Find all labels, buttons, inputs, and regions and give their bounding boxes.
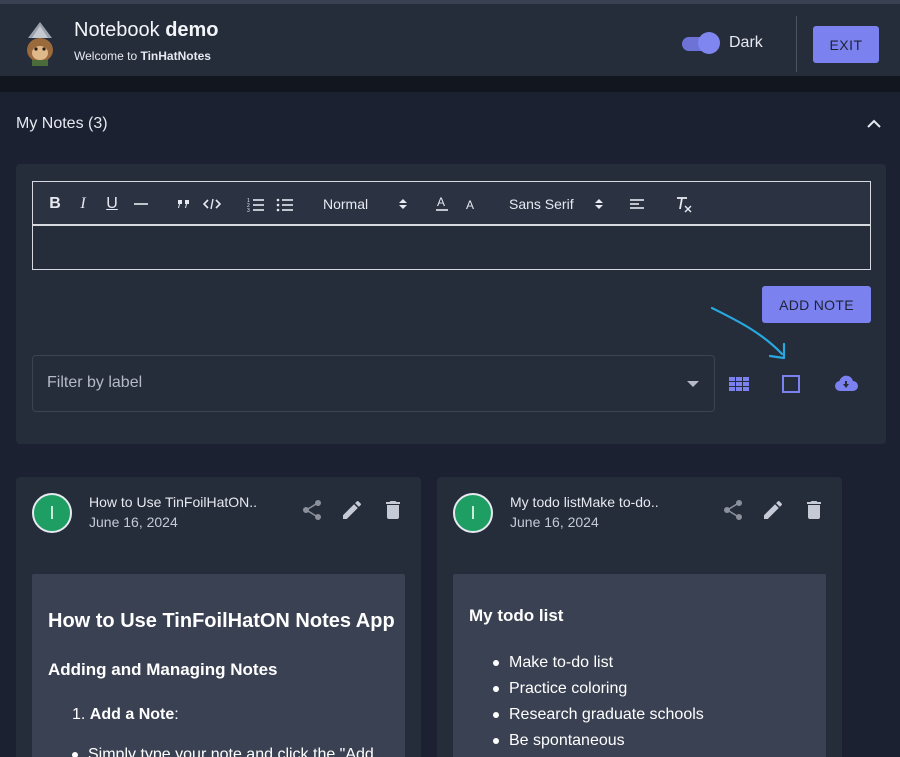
svg-text:3: 3 [247,208,250,212]
grid-view-icon[interactable] [727,372,751,396]
list-item: Research graduate schools [493,702,704,728]
filter-by-label-select[interactable]: Filter by label [32,355,715,412]
welcome-subtitle: Welcome to TinHatNotes [74,49,211,63]
annotation-arrow-icon [710,306,786,360]
note-heading: My todo list [469,606,564,625]
exit-button[interactable]: EXIT [813,26,879,63]
font-select[interactable]: Sans Serif [509,194,605,214]
note-card: I How to Use TinFoilHatON.. June 16, 202… [16,477,421,757]
note-title: My todo listMake to-do.. [510,494,659,510]
note-content[interactable]: My todo list Make to-do list Practice co… [453,574,826,757]
editor-toolbar: B I U 123 Normal A A Sans Serif [32,181,871,225]
dropdown-caret-icon [687,381,699,387]
select-arrows-icon [595,199,603,209]
note-editor-input[interactable] [32,225,871,270]
app-header: Notebook demo Welcome to TinHatNotes Dar… [0,0,900,76]
list-item: Be spontaneous [493,728,704,754]
note-content[interactable]: How to Use TinFoilHatON Notes App Adding… [32,574,405,757]
underline-button[interactable]: U [104,194,120,214]
note-date: June 16, 2024 [89,514,178,530]
blockquote-icon[interactable] [176,194,192,214]
header-shadow-strip [0,76,900,92]
heading-select-value: Normal [323,196,369,212]
tinfoil-hat-monkey-logo [27,22,53,66]
note-heading: How to Use TinFoilHatON Notes App [48,610,395,632]
note-title: How to Use TinFoilHatON.. [89,494,258,510]
delete-icon[interactable] [381,498,405,522]
list-item: Make to-do list [493,650,704,676]
note-subheading: Adding and Managing Notes [48,660,278,679]
todo-list: Make to-do list Practice coloring Resear… [493,650,704,754]
align-left-icon[interactable] [629,194,645,214]
font-select-value: Sans Serif [509,196,574,212]
dark-mode-toggle[interactable] [682,32,720,54]
clear-formatting-icon[interactable] [675,194,693,214]
background-color-icon[interactable]: A [463,194,479,214]
ordered-list-item: 1. Add a Note: [72,706,179,723]
edit-icon[interactable] [340,498,364,522]
my-notes-title: My Notes (3) [16,115,108,132]
header-divider [796,16,797,72]
avatar: I [453,493,493,533]
chevron-up-icon[interactable] [864,115,884,133]
note-card: I My todo listMake to-do.. June 16, 2024… [437,477,842,757]
bullet-list-icon[interactable] [276,194,294,214]
delete-icon[interactable] [802,498,826,522]
select-arrows-icon [399,199,407,209]
svg-text:A: A [437,195,445,209]
italic-button[interactable]: I [75,194,91,214]
list-item: Simply type your note and click the "Add [72,746,374,757]
strikethrough-icon[interactable] [133,194,149,214]
heading-select[interactable]: Normal [323,194,413,214]
cloud-download-icon[interactable] [834,372,858,396]
dark-mode-label: Dark [729,34,763,51]
bold-button[interactable]: B [47,194,63,214]
code-block-icon[interactable] [203,194,221,214]
list-item: Practice coloring [493,676,704,702]
filter-placeholder: Filter by label [47,374,143,391]
share-icon[interactable] [721,498,745,522]
single-view-icon[interactable] [779,372,803,396]
edit-icon[interactable] [761,498,785,522]
app-title: Notebook demo [74,19,219,41]
note-date: June 16, 2024 [510,514,599,530]
svg-text:A: A [466,198,474,212]
text-color-icon[interactable]: A [434,194,450,214]
share-icon[interactable] [300,498,324,522]
avatar: I [32,493,72,533]
ordered-list-icon[interactable]: 123 [247,194,265,214]
